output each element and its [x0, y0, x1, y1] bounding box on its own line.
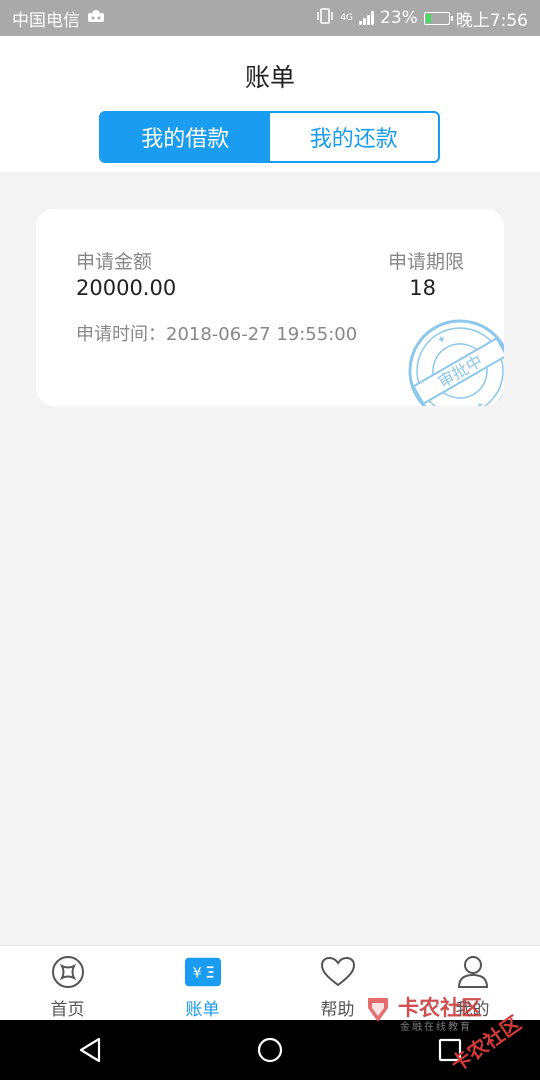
nav-home[interactable]: 首页: [0, 946, 135, 1020]
status-bar: 中国电信 4G 23% 晚上7:56: [0, 0, 540, 36]
amount-value: 20000.00: [76, 276, 177, 300]
user-icon: [455, 954, 491, 989]
status-bar-left: 中国电信: [12, 6, 106, 31]
back-icon[interactable]: [65, 1025, 115, 1075]
term-value: 18: [409, 276, 436, 300]
page-header: 账单 我的借款 我的还款: [0, 36, 540, 172]
tab-my-repayments[interactable]: 我的还款: [270, 113, 439, 161]
nav-mine-label: 我的: [455, 1000, 490, 1020]
apply-time: 申请时间：2018-06-27 19:55:00: [76, 320, 357, 346]
status-bar-right: 4G 23% 晚上7:56: [316, 6, 528, 31]
stamp-text: 审批中: [435, 351, 486, 391]
svg-text:¥: ¥: [192, 965, 201, 981]
nav-bill-label: 账单: [185, 1000, 220, 1020]
nav-bill[interactable]: ¥ 账单: [135, 946, 270, 1020]
clock: 晚上7:56: [455, 10, 528, 31]
battery-percent: 23%: [380, 8, 418, 28]
apply-time-value: 2018-06-27 19:55:00: [166, 324, 358, 345]
term-label: 申请期限: [387, 251, 464, 273]
nav-help-label: 帮助: [320, 1000, 355, 1020]
signal-icon: [359, 11, 375, 25]
loan-card[interactable]: 申请金额 20000.00 申请期限 18 申请时间：2018-06-27 19…: [36, 209, 504, 406]
network-type-label: 4G: [340, 12, 354, 23]
bottom-nav: 首页 ¥ 账单 帮助 我的: [0, 945, 540, 1020]
battery-icon: [423, 11, 453, 25]
tab-switcher: 我的借款 我的还款: [99, 111, 440, 163]
nav-home-label: 首页: [50, 1000, 85, 1020]
apply-time-label: 申请时间：: [76, 324, 166, 345]
home-icon: [50, 954, 86, 989]
amount-label: 申请金额: [76, 251, 153, 273]
battery-fill: [425, 13, 432, 23]
home-circle-icon[interactable]: [245, 1025, 295, 1075]
nav-mine[interactable]: 我的: [405, 946, 540, 1020]
notification-icon: [86, 8, 106, 29]
svg-text:★: ★: [475, 400, 487, 406]
bill-icon: ¥: [184, 954, 221, 989]
heart-icon: [320, 954, 356, 989]
system-nav-bar: [0, 1020, 540, 1080]
svg-text:★: ★: [436, 333, 448, 346]
tab-my-loans[interactable]: 我的借款: [101, 113, 270, 161]
recents-icon[interactable]: [425, 1025, 475, 1075]
carrier-label: 中国电信: [12, 10, 80, 31]
nav-help[interactable]: 帮助: [270, 946, 405, 1020]
page-title: 账单: [244, 63, 295, 92]
approval-stamp: ★ ★ 审批中: [386, 297, 504, 406]
vibrate-icon: [316, 7, 334, 29]
